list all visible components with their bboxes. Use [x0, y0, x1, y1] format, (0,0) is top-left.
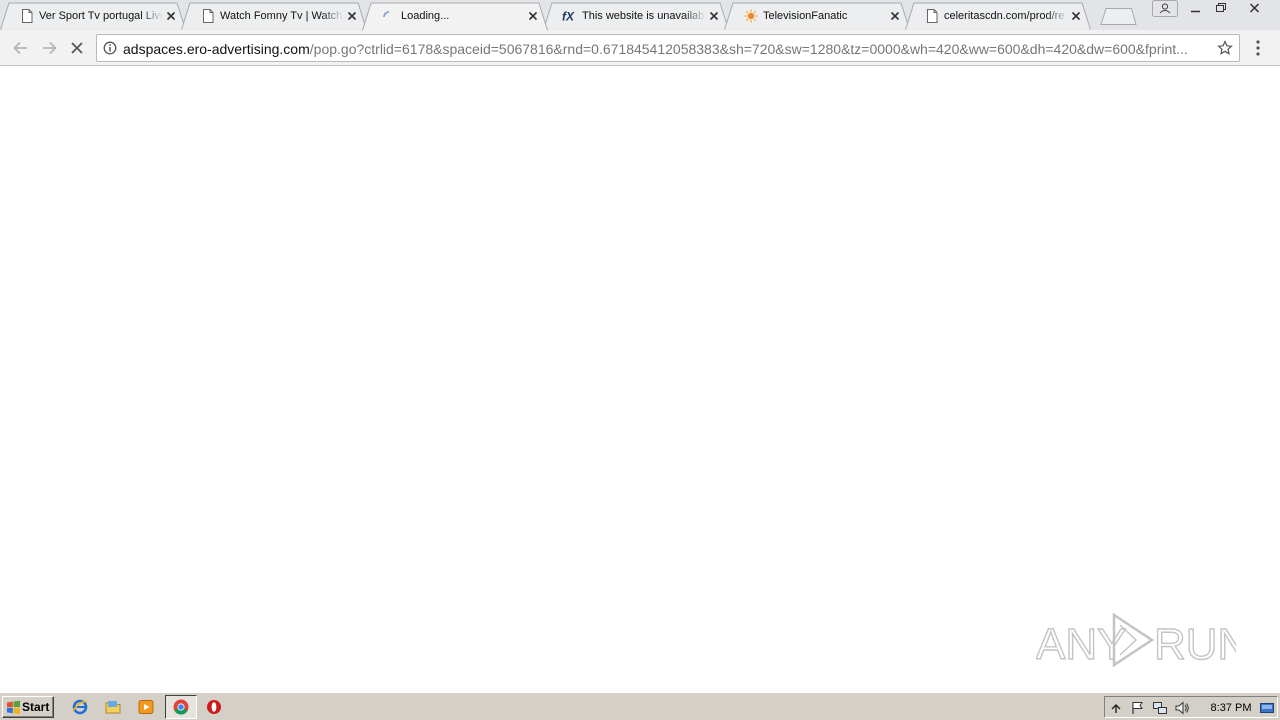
chrome-icon	[173, 699, 189, 715]
tab-strip: Ver Sport Tv portugal Live Watch Fomny T…	[0, 0, 1280, 31]
media-player-icon[interactable]	[137, 698, 155, 716]
svg-text:fX: fX	[562, 10, 575, 24]
tab-watch-fomny-tv[interactable]: Watch Fomny Tv | Watch	[181, 2, 367, 30]
tab-ver-sport-tv[interactable]: Ver Sport Tv portugal Live	[0, 2, 186, 30]
close-tab-icon[interactable]	[525, 8, 541, 24]
minimize-window-button[interactable]	[1184, 0, 1208, 17]
browser-menu-icon[interactable]	[1252, 38, 1264, 58]
tab-loading-active[interactable]: Loading...	[362, 2, 548, 31]
url-host: adspaces.ero-advertising.com	[123, 41, 310, 57]
tab-title: This website is unavailable	[582, 10, 706, 22]
anyrun-watermark: ANY RUN	[1036, 612, 1236, 670]
screen: Ver Sport Tv portugal Live Watch Fomny T…	[0, 0, 1280, 720]
url-text[interactable]: adspaces.ero-advertising.com/pop.go?ctrl…	[123, 40, 1211, 58]
system-tray: 8:37 PM	[1104, 696, 1278, 718]
tab-title: Loading...	[401, 10, 450, 22]
close-tab-icon[interactable]	[706, 8, 722, 24]
start-button[interactable]: Start	[2, 696, 54, 718]
flag-icon[interactable]	[1130, 700, 1146, 716]
user-profile-icon[interactable]	[1152, 0, 1178, 17]
tab-title: celeritascdn.com/prod/re	[944, 10, 1065, 22]
back-button[interactable]	[10, 38, 32, 58]
start-label: Start	[22, 700, 50, 714]
document-icon	[22, 9, 33, 23]
watermark-text-right: RUN	[1154, 620, 1236, 669]
tab-title: TelevisionFanatic	[763, 10, 848, 22]
tab-title: Ver Sport Tv portugal Live	[39, 10, 163, 22]
close-window-button[interactable]	[1232, 0, 1278, 17]
document-icon	[203, 9, 214, 23]
restore-window-button[interactable]	[1208, 0, 1232, 17]
bookmark-star-icon[interactable]	[1217, 40, 1233, 56]
volume-icon[interactable]	[1174, 700, 1190, 716]
page-content: ANY RUN	[0, 66, 1280, 692]
network-icon[interactable]	[1152, 700, 1168, 716]
close-tab-icon[interactable]	[344, 8, 360, 24]
stop-loading-button[interactable]	[66, 38, 88, 58]
show-hidden-icon[interactable]	[1108, 700, 1124, 716]
address-bar[interactable]: adspaces.ero-advertising.com/pop.go?ctrl…	[96, 34, 1240, 62]
show-desktop-icon[interactable]	[1259, 700, 1275, 716]
internet-explorer-icon[interactable]	[71, 698, 89, 716]
tab-title: Watch Fomny Tv | Watch	[220, 10, 343, 22]
forward-button[interactable]	[38, 38, 60, 58]
loading-spinner-icon	[383, 11, 390, 18]
info-icon[interactable]	[103, 41, 117, 55]
tab-celeritascdn[interactable]: celeritascdn.com/prod/re	[905, 2, 1091, 30]
fx-logo-icon: fX	[562, 10, 575, 24]
clock: 8:37 PM	[1210, 702, 1252, 714]
close-tab-icon[interactable]	[1068, 8, 1084, 24]
close-tab-icon[interactable]	[163, 8, 179, 24]
browser-toolbar: adspaces.ero-advertising.com/pop.go?ctrl…	[0, 30, 1280, 66]
new-tab-button[interactable]	[1098, 6, 1138, 26]
sun-logo-icon	[744, 9, 758, 23]
close-tab-icon[interactable]	[887, 8, 903, 24]
opera-icon[interactable]	[205, 698, 223, 716]
chrome-taskbar-button[interactable]	[165, 695, 197, 719]
url-path: /pop.go?ctrlid=6178&spaceid=5067816&rnd=…	[309, 41, 1188, 57]
tab-television-fanatic[interactable]: TelevisionFanatic	[724, 2, 910, 30]
document-icon	[927, 9, 938, 23]
folder-icon[interactable]	[104, 698, 122, 716]
taskbar: Start 8:37 PM	[0, 692, 1280, 720]
tab-website-unavailable[interactable]: fX This website is unavailable	[543, 2, 729, 30]
windows-logo-icon	[7, 700, 20, 715]
